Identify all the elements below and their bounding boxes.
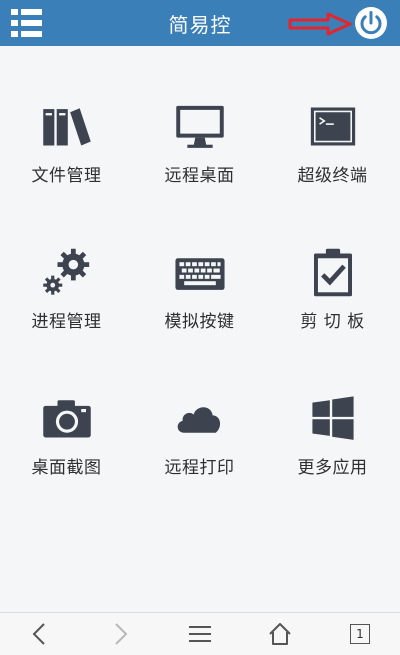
forward-button[interactable] bbox=[100, 614, 140, 654]
tile-label: 远程打印 bbox=[164, 458, 235, 478]
keyboard-icon bbox=[174, 258, 225, 290]
tile-label: 桌面截图 bbox=[31, 458, 102, 478]
back-arrow-icon bbox=[32, 623, 45, 645]
tile-label: 远程桌面 bbox=[164, 166, 235, 186]
gears-icon bbox=[42, 248, 89, 295]
app-title: 简易控 bbox=[168, 12, 232, 37]
forward-arrow-icon bbox=[115, 623, 128, 645]
tile-label: 进程管理 bbox=[31, 312, 102, 332]
tile-simulate-keys[interactable]: 模拟按键 bbox=[133, 192, 266, 332]
tile-label: 模拟按键 bbox=[164, 312, 235, 332]
menu-button-bottom[interactable] bbox=[180, 614, 220, 654]
app-header: 简易控 bbox=[0, 0, 400, 46]
power-button[interactable] bbox=[352, 4, 390, 42]
tile-label: 超级终端 bbox=[297, 166, 368, 186]
books-icon bbox=[42, 108, 91, 146]
camera-icon bbox=[42, 400, 91, 438]
clipboard-check-icon bbox=[313, 248, 352, 297]
tile-remote-desktop[interactable]: 远程桌面 bbox=[133, 46, 266, 186]
tile-remote-print[interactable]: 远程打印 bbox=[133, 338, 266, 478]
power-icon bbox=[355, 7, 387, 39]
feature-grid: 文件管理 远程桌面 超级终端 进程管理 模拟按键 剪 切 板 桌面截图 远程打印… bbox=[0, 46, 400, 612]
tile-screenshot[interactable]: 桌面截图 bbox=[0, 338, 133, 478]
red-arrow-annotation bbox=[288, 12, 352, 36]
browser-bottom-bar: 1 bbox=[0, 612, 400, 655]
back-button[interactable] bbox=[20, 614, 60, 654]
list-menu-icon bbox=[11, 9, 42, 37]
tile-label: 文件管理 bbox=[31, 166, 102, 186]
monitor-icon bbox=[175, 105, 224, 148]
windows-icon bbox=[311, 396, 354, 440]
tile-process-manager[interactable]: 进程管理 bbox=[0, 192, 133, 332]
tile-label: 更多应用 bbox=[297, 458, 368, 478]
tile-clipboard[interactable]: 剪 切 板 bbox=[266, 192, 399, 332]
terminal-icon bbox=[310, 107, 355, 146]
home-button[interactable] bbox=[260, 614, 300, 654]
menu-button[interactable] bbox=[10, 7, 44, 39]
home-icon bbox=[269, 623, 291, 645]
tile-label: 剪 切 板 bbox=[300, 312, 365, 332]
tabs-button[interactable]: 1 bbox=[340, 614, 380, 654]
tile-file-manager[interactable]: 文件管理 bbox=[0, 46, 133, 186]
tab-count: 1 bbox=[356, 627, 364, 641]
menu-lines-icon bbox=[189, 626, 211, 642]
tile-more-apps[interactable]: 更多应用 bbox=[266, 338, 399, 478]
cloud-icon bbox=[177, 407, 220, 433]
tabs-icon: 1 bbox=[350, 624, 370, 644]
tile-terminal[interactable]: 超级终端 bbox=[266, 46, 399, 186]
